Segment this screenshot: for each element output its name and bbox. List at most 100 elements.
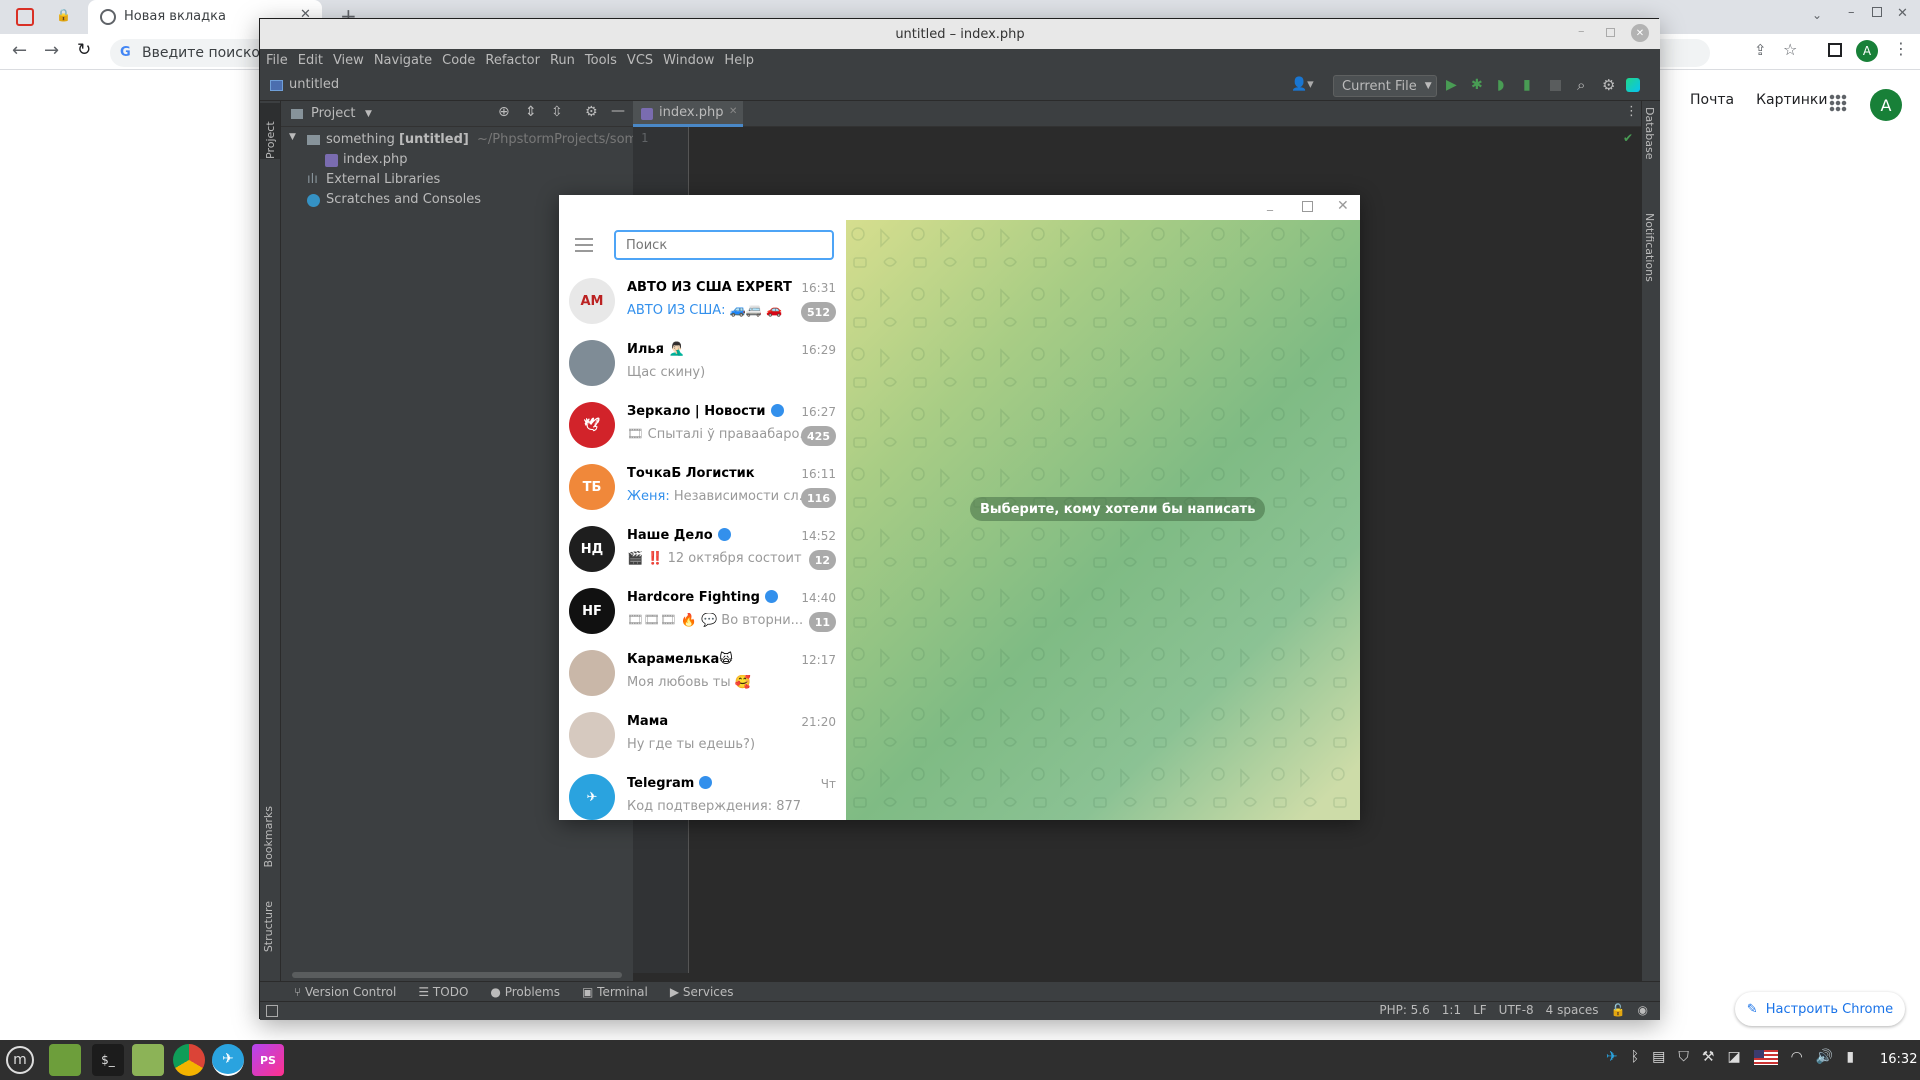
files-icon[interactable] xyxy=(132,1044,164,1076)
wifi-icon[interactable]: ◠ xyxy=(1791,1049,1803,1065)
us-flag-icon[interactable] xyxy=(1753,1049,1778,1065)
version-control-tool[interactable]: ⑂ Version Control xyxy=(294,985,396,999)
show-desktop-icon[interactable] xyxy=(49,1044,81,1076)
todo-tool[interactable]: ☰ TODO xyxy=(418,985,468,999)
jetbrains-icon[interactable] xyxy=(1626,78,1640,92)
close-icon[interactable]: ✕ xyxy=(729,106,737,117)
menu-view[interactable]: View xyxy=(333,53,364,68)
share-icon[interactable]: ⇪ xyxy=(1754,41,1767,59)
minimize-icon[interactable]: – xyxy=(1848,5,1855,20)
bluetooth-icon[interactable]: ᛒ xyxy=(1631,1049,1639,1065)
minimize-icon[interactable]: – xyxy=(1578,24,1585,39)
close-icon[interactable]: ✕ xyxy=(1631,24,1649,42)
layout-icon[interactable] xyxy=(266,1005,278,1017)
tab-search-chevron-icon[interactable]: ⌄ xyxy=(1812,8,1822,22)
editor-scrollbar[interactable] xyxy=(633,973,1641,981)
horizontal-scrollbar[interactable] xyxy=(292,972,622,978)
google-account-avatar[interactable]: A xyxy=(1870,89,1902,121)
phpstorm-taskbar-icon[interactable]: PS xyxy=(252,1044,284,1076)
coverage-icon[interactable]: ◗ xyxy=(1497,77,1504,93)
close-icon[interactable]: ✕ xyxy=(1337,198,1349,214)
apps-grid-icon[interactable] xyxy=(1829,94,1847,112)
notifications-tool-button[interactable]: Notifications xyxy=(1643,213,1656,286)
structure-tool-button[interactable]: Structure xyxy=(262,901,275,956)
chat-list-item[interactable]: ✈ Telegram Чт Код подтверждения: 87723. Ни.… xyxy=(559,766,846,820)
terminal-icon[interactable]: $_ xyxy=(92,1044,124,1076)
status-line-separator[interactable]: LF xyxy=(1473,1003,1487,1017)
more-icon[interactable]: ⋮ xyxy=(1625,104,1638,119)
breadcrumb[interactable]: untitled xyxy=(289,77,339,92)
telegram-taskbar-icon[interactable]: ✈ xyxy=(212,1044,244,1076)
chat-list-item[interactable]: AM АВТО ИЗ США EXPERT 16:31 АВТО ИЗ США: 🚙🚐… xyxy=(559,270,846,332)
chat-list-item[interactable]: Мама 21:20 Ну где ты едешь?) xyxy=(559,704,846,766)
status-encoding[interactable]: UTF-8 xyxy=(1499,1003,1534,1017)
debug-icon[interactable]: ✱ xyxy=(1471,77,1483,93)
terminal-tool[interactable]: ▣ Terminal xyxy=(582,985,648,999)
run-icon[interactable]: ▶ xyxy=(1446,77,1457,93)
customize-chrome-button[interactable]: ✎ Настроить Chrome xyxy=(1735,992,1905,1026)
menu-code[interactable]: Code xyxy=(442,53,475,68)
database-tool-button[interactable]: Database xyxy=(1643,107,1656,164)
menu-file[interactable]: File xyxy=(266,53,288,68)
close-icon[interactable]: ✕ xyxy=(1897,6,1908,21)
expand-all-icon[interactable]: ⇕ xyxy=(525,104,537,120)
editor-tab-index[interactable]: index.php ✕ xyxy=(633,101,743,127)
inspection-icon[interactable]: ◉ xyxy=(1638,1003,1648,1017)
stop-icon[interactable] xyxy=(1550,80,1561,91)
bookmark-star-icon[interactable]: ☆ xyxy=(1783,40,1797,59)
clock[interactable]: 16:32 xyxy=(1880,1052,1917,1067)
menu-help[interactable]: Help xyxy=(724,53,754,68)
chat-list-item[interactable]: Карамелька🙀 12:17 Моя любовь ты 🥰 xyxy=(559,642,846,704)
services-tool[interactable]: ▶ Services xyxy=(670,985,734,999)
images-link[interactable]: Картинки xyxy=(1756,92,1827,108)
gmail-link[interactable]: Почта xyxy=(1690,92,1734,108)
status-php-level[interactable]: PHP: 5.6 xyxy=(1379,1003,1429,1017)
reload-icon[interactable]: ↻ xyxy=(77,40,91,60)
locate-icon[interactable]: ⊕ xyxy=(498,104,510,120)
back-icon[interactable]: ← xyxy=(12,40,27,61)
profile-avatar[interactable]: A xyxy=(1856,40,1878,62)
user-icon[interactable]: 👤▾ xyxy=(1291,77,1314,92)
volume-icon[interactable]: 🔊 xyxy=(1816,1049,1833,1065)
minimize-icon[interactable]: _ xyxy=(1267,197,1273,211)
chat-list-item[interactable]: НД Наше Дело 14:52 🎬 ‼️ 12 октября состоит.… xyxy=(559,518,846,580)
tab-search-icon[interactable] xyxy=(16,8,34,26)
hide-icon[interactable]: — xyxy=(611,103,625,119)
mint-menu-icon[interactable]: m xyxy=(6,1046,34,1074)
side-panel-icon[interactable] xyxy=(1828,43,1842,57)
collapse-all-icon[interactable]: ⇳ xyxy=(551,104,563,120)
tree-root[interactable]: ▼ something [untitled] ~/PhpstormProject… xyxy=(281,131,633,150)
forward-icon[interactable]: → xyxy=(44,40,59,61)
gear-icon[interactable]: ⚙ xyxy=(1602,76,1615,94)
hamburger-menu-icon[interactable] xyxy=(575,238,593,252)
bookmarks-tool-button[interactable]: Bookmarks xyxy=(262,806,275,871)
menu-edit[interactable]: Edit xyxy=(298,53,323,68)
run-config-dropdown[interactable]: Current File ▼ xyxy=(1333,75,1437,97)
telegram-tray-icon[interactable]: ✈ xyxy=(1606,1049,1618,1065)
search-input[interactable] xyxy=(614,230,834,260)
search-icon[interactable]: ⌕ xyxy=(1577,76,1585,94)
lock-icon[interactable]: 🔓 xyxy=(1611,1003,1626,1017)
pinned-tab[interactable]: 🔒 xyxy=(56,8,74,26)
project-tool-button[interactable]: Project xyxy=(260,103,280,159)
network-tool-icon[interactable]: ⚒ xyxy=(1702,1049,1715,1065)
menu-vcs[interactable]: VCS xyxy=(627,53,653,68)
menu-navigate[interactable]: Navigate xyxy=(374,53,432,68)
chat-list-item[interactable]: ТБ ТочкаБ Логистик 16:11 Женя: Независимост… xyxy=(559,456,846,518)
profile-icon[interactable]: ▮ xyxy=(1523,77,1531,93)
menu-window[interactable]: Window xyxy=(663,53,714,68)
maximize-icon[interactable] xyxy=(1606,28,1615,37)
chrome-icon[interactable] xyxy=(173,1044,205,1076)
chat-list-item[interactable]: Илья 🤦🏻‍♂️ 16:29 Щас скину) xyxy=(559,332,846,394)
battery-icon[interactable]: ▮ xyxy=(1846,1049,1854,1065)
problems-tool[interactable]: ● Problems xyxy=(490,985,560,999)
chevron-down-icon[interactable]: ▼ xyxy=(289,132,296,142)
status-caret[interactable]: 1:1 xyxy=(1442,1003,1461,1017)
status-indent[interactable]: 4 spaces xyxy=(1546,1003,1599,1017)
gear-icon[interactable]: ⚙ xyxy=(585,104,598,120)
shield-icon[interactable]: ⛉ xyxy=(1678,1049,1689,1065)
project-panel-title[interactable]: Project xyxy=(311,106,355,121)
menu-tools[interactable]: Tools xyxy=(585,53,617,68)
chat-list-item[interactable]: 🕊 Зеркало | Новости 16:27 🎞 Спыталі ў права… xyxy=(559,394,846,456)
chrome-menu-icon[interactable]: ⋮ xyxy=(1893,39,1909,58)
